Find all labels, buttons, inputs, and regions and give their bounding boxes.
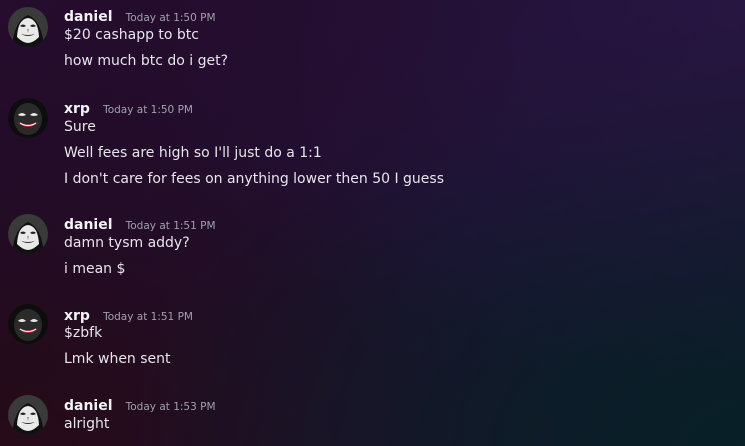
timestamp: Today at 1:51 PM [103, 311, 193, 323]
message-text: $20 cashapp to btc [64, 27, 199, 43]
username[interactable]: daniel [64, 9, 113, 25]
timestamp: Today at 1:50 PM [125, 12, 216, 24]
anonymous-mask-avatar-icon[interactable] [8, 214, 48, 254]
message-text: how much btc do i get? [64, 53, 229, 69]
timestamp: Today at 1:51 PM [125, 220, 216, 232]
timestamp: Today at 1:50 PM [103, 104, 193, 116]
joker-avatar-icon[interactable] [8, 98, 48, 138]
username[interactable]: xrp [64, 308, 90, 324]
message-text: I don't care for fees on anything lower … [64, 171, 444, 187]
username[interactable]: xrp [64, 101, 90, 117]
anonymous-mask-avatar-icon[interactable] [8, 395, 48, 435]
message-text: Well fees are high so I'll just do a 1:1 [64, 145, 322, 161]
message-text: damn tysm addy? [64, 235, 190, 251]
anonymous-mask-avatar-icon[interactable] [8, 7, 48, 47]
message-text: alright [64, 416, 110, 432]
joker-avatar-icon[interactable] [8, 304, 48, 344]
message-text: $zbfk [64, 325, 103, 341]
username[interactable]: daniel [64, 398, 113, 414]
username[interactable]: daniel [64, 217, 113, 233]
timestamp: Today at 1:53 PM [125, 401, 216, 413]
message-text: Lmk when sent [64, 351, 171, 367]
message-text: i mean $ [64, 261, 126, 277]
message-text: Sure [64, 119, 96, 135]
